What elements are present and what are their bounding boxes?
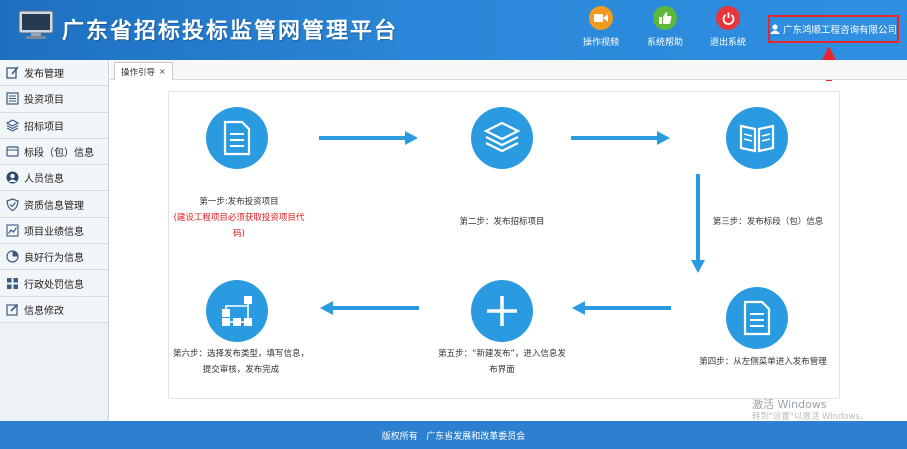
layers-icon xyxy=(6,119,19,132)
sidebar-item-good-behavior[interactable]: 良好行为信息 xyxy=(0,244,108,271)
sidebar-item-section-info[interactable]: 标段（包）信息 xyxy=(0,138,108,166)
step-1-text: 第一步:发布投资项目 (建设工程项目必须获取投资项目代码) xyxy=(171,194,307,242)
sidebar-item-tender-projects[interactable]: 招标项目 xyxy=(0,112,108,139)
power-icon xyxy=(716,6,740,30)
main-content: 第一步:发布投资项目 (建设工程项目必须获取投资项目代码) 第二步：发布招标项目… xyxy=(110,81,907,421)
sidebar-item-info-modify[interactable]: 信息修改 xyxy=(0,296,108,323)
flow-icon xyxy=(206,280,268,342)
user-icon xyxy=(6,171,19,184)
thumbs-up-icon xyxy=(653,6,677,30)
edit-icon xyxy=(6,66,19,79)
arrow-right-1 xyxy=(319,131,418,145)
step-2-text: 第二步：发布招标项目 xyxy=(459,217,545,227)
monitor-logo-icon xyxy=(18,10,54,39)
layers-step-icon xyxy=(471,107,533,169)
header: 广东省招标投标监管网管理平台 操作视频 系统帮助 退出系统 广东鸿顺工程咨询有限… xyxy=(0,0,907,60)
chart-icon xyxy=(6,224,19,237)
arrow-right-2 xyxy=(571,131,670,145)
tab-operation-guide[interactable]: 操作引导 × xyxy=(114,62,173,80)
shield-icon xyxy=(6,197,19,211)
copyright-text: 版权所有 广东省发展和改革委员会 xyxy=(381,431,526,442)
book-icon xyxy=(726,107,788,169)
sidebar-item-project-performance[interactable]: 项目业绩信息 xyxy=(0,217,108,245)
current-user[interactable]: 广东鸿顺工程咨询有限公司 xyxy=(768,15,899,43)
step-5-text: 第五步：“新建发布”，进入信息发布界面 xyxy=(438,349,566,375)
arrow-left-2 xyxy=(320,301,419,315)
document-icon xyxy=(206,107,268,169)
grid-icon xyxy=(7,277,18,289)
step-3-text: 第三步：发布标段（包）信息 xyxy=(712,217,824,227)
arrow-left-1 xyxy=(572,301,671,315)
list-icon xyxy=(6,92,19,106)
step-4-text: 第四步：从左侧菜单进入发布管理 xyxy=(699,357,827,367)
sidebar-item-investment-projects[interactable]: 投资项目 xyxy=(0,86,108,113)
logout-button[interactable]: 退出系统 xyxy=(698,6,758,54)
pie-icon xyxy=(6,250,19,263)
step-6-text: 第六步：选择发布类型，填写信息，提交审核，发布完成 xyxy=(172,349,309,375)
sidebar-item-personnel-info[interactable]: 人员信息 xyxy=(0,165,108,192)
operation-video-button[interactable]: 操作视频 xyxy=(571,6,631,54)
plus-icon xyxy=(471,280,533,342)
tab-bar: 操作引导 × xyxy=(110,60,907,80)
app-title: 广东省招标投标监管网管理平台 xyxy=(62,19,399,44)
file-text-icon xyxy=(726,287,788,349)
sidebar-item-publish-management[interactable]: 发布管理 xyxy=(0,60,108,87)
sidebar: 发布管理 投资项目 招标项目 标段（包）信息 人员信息 资质信息管理 项目业绩信… xyxy=(0,60,109,421)
step-1-note: (建设工程项目必须获取投资项目代码) xyxy=(173,213,305,239)
step-1-title: 第一步:发布投资项目 xyxy=(199,197,279,207)
video-icon xyxy=(589,6,613,30)
system-help-button[interactable]: 系统帮助 xyxy=(635,6,695,54)
footer: 版权所有 广东省发展和改革委员会 xyxy=(0,421,907,449)
pencil-icon xyxy=(6,303,19,316)
tab-close-icon[interactable]: × xyxy=(159,67,166,76)
sidebar-item-admin-penalty[interactable]: 行政处罚信息 xyxy=(0,270,108,297)
operation-guide-panel: 第一步:发布投资项目 (建设工程项目必须获取投资项目代码) 第二步：发布招标项目… xyxy=(168,91,840,399)
user-name: 广东鸿顺工程咨询有限公司 xyxy=(782,25,897,36)
sidebar-item-qualification-management[interactable]: 资质信息管理 xyxy=(0,191,108,218)
user-icon xyxy=(770,24,780,34)
card-icon xyxy=(6,146,19,157)
